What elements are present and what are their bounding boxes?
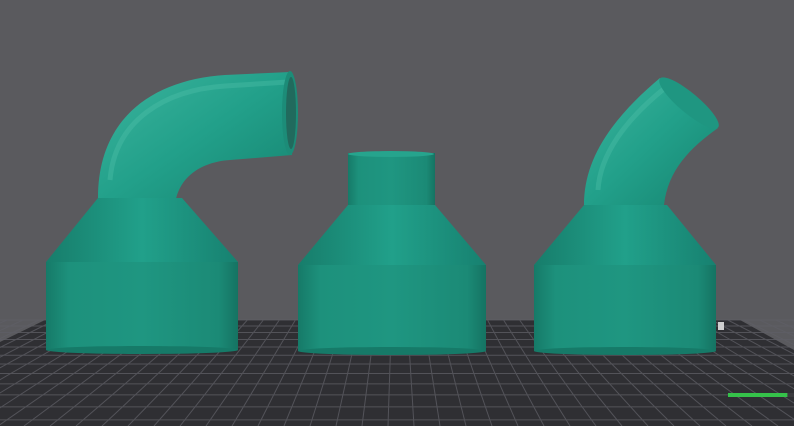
angled-base-cylinder — [534, 265, 716, 351]
bed-edge-marker — [718, 322, 724, 330]
angled-cone — [534, 205, 716, 265]
elbow-cone — [46, 198, 238, 262]
3d-viewport[interactable] — [0, 0, 794, 426]
model-elbow-adapter[interactable] — [46, 71, 298, 354]
straight-cone — [298, 205, 486, 265]
elbow-base-cylinder — [46, 262, 238, 350]
progress-indicator — [728, 393, 794, 397]
scene-canvas[interactable] — [0, 0, 794, 426]
progress-fill — [728, 393, 788, 397]
model-straight-adapter[interactable] — [298, 151, 486, 355]
straight-neck-top — [348, 151, 434, 157]
straight-base-cylinder — [298, 265, 486, 351]
straight-neck — [348, 153, 435, 205]
model-angled-adapter[interactable] — [534, 71, 725, 355]
